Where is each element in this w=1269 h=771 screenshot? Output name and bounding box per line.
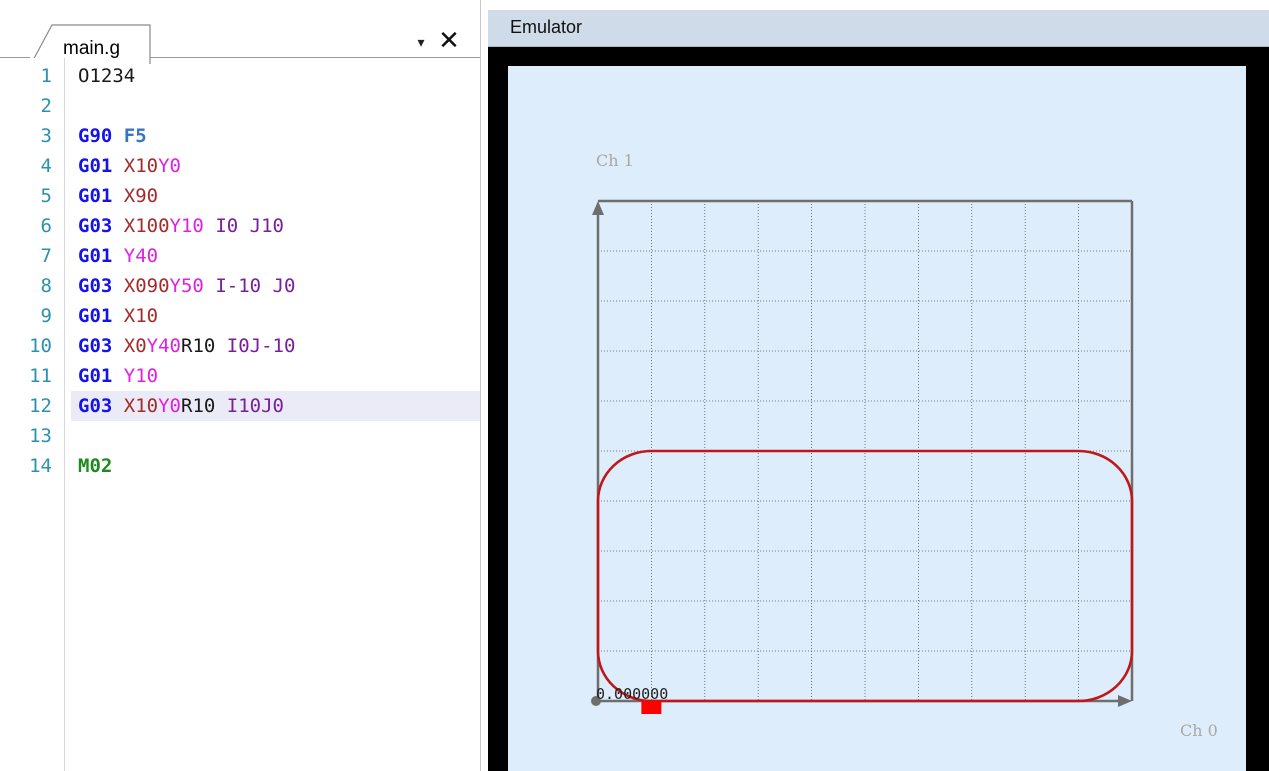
editor-tab-strip: main.g ▾ ✕ bbox=[0, 8, 480, 65]
code-token: X090 bbox=[123, 275, 170, 297]
code-token: G90 bbox=[78, 125, 113, 147]
emulator-pane: Emulator Ch 1 Ch 0 0.000000 bbox=[488, 10, 1269, 771]
code-token: G03 bbox=[78, 275, 113, 297]
line-number: 7 bbox=[40, 245, 52, 267]
code-token: G03 bbox=[78, 335, 113, 357]
origin-readout: 0.000000 bbox=[596, 685, 668, 703]
file-tab-label: main.g bbox=[63, 38, 121, 59]
code-token: F5 bbox=[123, 125, 147, 147]
line-number: 10 bbox=[29, 335, 52, 357]
code-line[interactable]: M02 bbox=[78, 451, 480, 481]
code-token: X10 bbox=[123, 155, 159, 177]
code-line[interactable]: G03 X0Y40R10 I0J-10 bbox=[78, 331, 480, 361]
code-line-current[interactable]: G03 X10Y0R10 I10J0 bbox=[71, 391, 480, 421]
code-token: X90 bbox=[123, 185, 159, 207]
code-line[interactable] bbox=[78, 421, 480, 451]
code-line[interactable]: G01 Y40 bbox=[78, 241, 480, 271]
code-token: Y0 bbox=[158, 395, 181, 417]
code-line[interactable] bbox=[78, 91, 480, 121]
code-token: Y10 bbox=[123, 365, 159, 387]
x-axis-arrow-icon bbox=[1118, 695, 1132, 707]
emulator-title: Emulator bbox=[510, 17, 583, 37]
code-token: Y0 bbox=[158, 155, 181, 177]
line-number: 5 bbox=[40, 185, 52, 207]
code-token: Y10 bbox=[169, 215, 204, 237]
line-number: 6 bbox=[40, 215, 52, 237]
y-axis-arrow-icon bbox=[592, 201, 604, 215]
line-number: 13 bbox=[29, 425, 52, 447]
line-number: 1 bbox=[40, 65, 52, 87]
emulator-plot: Ch 1 Ch 0 0.000000 bbox=[591, 151, 1218, 740]
code-token: R10 bbox=[181, 395, 216, 417]
y-channel-label: Ch 1 bbox=[596, 151, 634, 170]
code-token: G03 bbox=[78, 215, 113, 237]
code-token: G01 bbox=[78, 305, 113, 327]
code-line[interactable]: G03 X100Y10 I0 J10 bbox=[78, 211, 480, 241]
chevron-down-icon[interactable]: ▾ bbox=[412, 34, 430, 52]
code-token: M02 bbox=[78, 455, 113, 477]
line-number: 11 bbox=[29, 365, 52, 387]
code-token: Y40 bbox=[146, 335, 181, 357]
code-token: Y40 bbox=[123, 245, 159, 267]
line-number: 4 bbox=[40, 155, 52, 177]
code-token: I10J0 bbox=[215, 395, 284, 417]
code-line[interactable]: O1234 bbox=[78, 61, 480, 91]
line-number: 14 bbox=[29, 455, 52, 477]
code-line[interactable]: G03 X090Y50 I-10 J0 bbox=[78, 271, 480, 301]
code-text-area[interactable]: O1234 G90 F5 G01 X10Y0 G01 X90 G03 X100Y10 I… bbox=[64, 58, 480, 771]
code-token: G01 bbox=[78, 245, 113, 267]
code-token: G01 bbox=[78, 155, 113, 177]
line-number: 2 bbox=[40, 95, 52, 117]
code-token: I-10 J0 bbox=[203, 275, 296, 297]
line-number: 9 bbox=[40, 305, 52, 327]
code-token: G01 bbox=[78, 185, 113, 207]
code-line[interactable]: G01 X10Y0 bbox=[78, 151, 480, 181]
code-line[interactable]: G01 X90 bbox=[78, 181, 480, 211]
code-token: X10 bbox=[123, 395, 159, 417]
code-line[interactable]: G01 X10 bbox=[78, 301, 480, 331]
line-number: 3 bbox=[40, 125, 52, 147]
code-line[interactable]: G01 Y10 bbox=[78, 361, 480, 391]
x-channel-label: Ch 0 bbox=[1180, 721, 1218, 740]
code-line[interactable]: G90 F5 bbox=[78, 121, 480, 151]
code-token: O1234 bbox=[78, 65, 136, 87]
code-token: X10 bbox=[123, 305, 159, 327]
code-editor-pane: main.g ▾ ✕ 1 2 3 4 5 6 7 8 9 10 11 12 13 14 O1234 G90 … bbox=[0, 0, 481, 771]
line-number-gutter: 1 2 3 4 5 6 7 8 9 10 11 12 13 14 bbox=[0, 58, 65, 771]
code-token: G01 bbox=[78, 365, 113, 387]
emulator-plot-area[interactable]: Ch 1 Ch 0 0.000000 bbox=[508, 66, 1246, 771]
code-token: R10 bbox=[181, 335, 216, 357]
line-number: 12 bbox=[29, 395, 52, 417]
emulator-title-bar: Emulator bbox=[488, 10, 1269, 47]
code-token: I0 J10 bbox=[203, 215, 284, 237]
code-token: X0 bbox=[123, 335, 147, 357]
code-token: X100 bbox=[123, 215, 170, 237]
line-number: 8 bbox=[40, 275, 52, 297]
code-token: G03 bbox=[78, 395, 113, 417]
code-token: Y50 bbox=[169, 275, 204, 297]
code-token: I0J-10 bbox=[215, 335, 296, 357]
close-icon[interactable]: ✕ bbox=[437, 28, 461, 54]
